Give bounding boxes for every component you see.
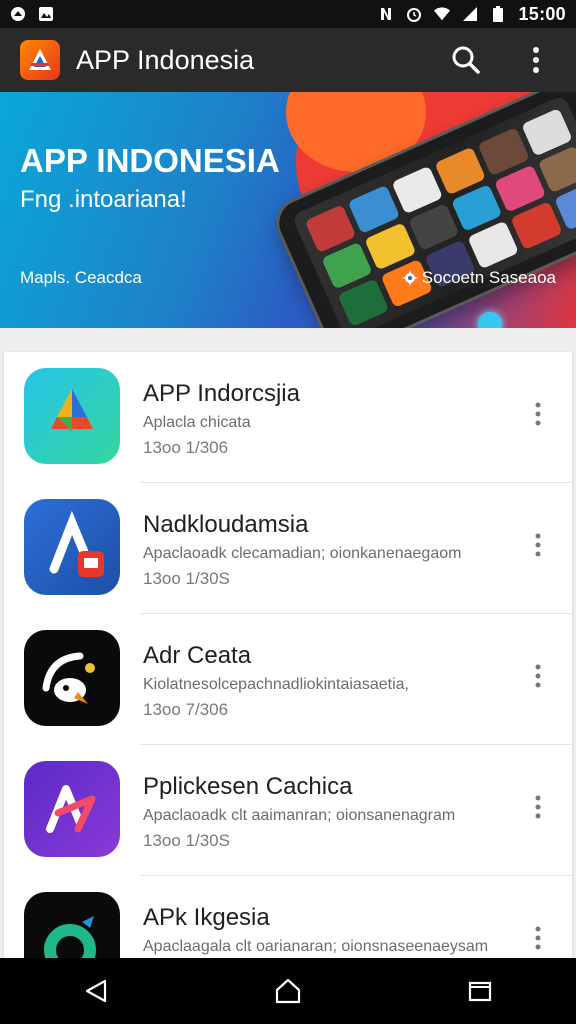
banner-subtitle: Fng .intoariana!	[20, 186, 187, 213]
more-vert-icon	[533, 47, 539, 73]
app-size: 13oo 7/306	[143, 700, 229, 719]
app-title: APk Ikgesia	[143, 904, 270, 931]
item-more-button[interactable]	[526, 920, 550, 956]
more-options-button[interactable]	[512, 36, 560, 84]
wifi-icon	[434, 6, 451, 22]
banner-right-caption: Socoetn Saseaoa	[401, 268, 556, 288]
navigation-bar	[0, 958, 576, 1024]
app-title: Pplickesen Cachica	[143, 773, 353, 800]
app-title: Nadkloudamsia	[143, 511, 309, 538]
home-icon	[275, 978, 301, 1004]
letter-a-gradient-app-icon	[24, 761, 120, 857]
app-description: Apaclaoadk clecamadian; oionkanenaegaom	[143, 545, 462, 562]
app-title: APP Indorcsjia	[143, 380, 300, 407]
app-description: Aplacla chicata	[143, 414, 251, 431]
status-right: 15:00	[378, 4, 566, 25]
status-left	[10, 6, 54, 22]
app-description: Kiolatnesolcepachnadliokintaiasaetia,	[143, 676, 409, 693]
back-icon	[85, 979, 107, 1003]
item-more-button[interactable]	[526, 789, 550, 825]
battery-icon	[490, 6, 506, 22]
home-button[interactable]	[258, 966, 318, 1016]
status-bar: 15:00	[0, 0, 576, 28]
banner-title: APP INDONESIA	[20, 142, 280, 179]
app-bar: APP Indonesia	[0, 28, 576, 92]
banner-dot	[478, 312, 502, 328]
more-vert-icon	[535, 664, 541, 688]
search-button[interactable]	[442, 36, 490, 84]
app-title: Adr Ceata	[143, 642, 252, 669]
app-size: 13oo 1/30S	[143, 569, 230, 588]
letter-a-app-icon	[24, 499, 120, 595]
list-item[interactable]: Nadkloudamsia Apaclaoadk clecamadian; oi…	[4, 483, 572, 614]
more-vert-icon	[535, 402, 541, 426]
status-time: 15:00	[518, 3, 566, 24]
list-item[interactable]: Adr Ceata Kiolatnesolcepachnadliokintaia…	[4, 614, 572, 745]
item-more-button[interactable]	[526, 396, 550, 432]
notification-icon	[10, 6, 26, 22]
more-vert-icon	[535, 533, 541, 557]
nfc-icon	[378, 6, 394, 22]
app-logo-icon	[20, 40, 60, 80]
banner-left-caption: Mapls. Ceacdca	[20, 268, 142, 287]
recents-button[interactable]	[450, 966, 510, 1016]
signal-icon	[462, 6, 478, 22]
back-button[interactable]	[66, 966, 126, 1016]
search-icon	[452, 46, 480, 74]
app-description: Apaclaagala clt oarianaran; oionsnaseena…	[143, 938, 489, 955]
promo-banner[interactable]: APP INDONESIA Fng .intoariana! Mapls. Ce…	[0, 92, 576, 328]
bird-app-icon	[24, 630, 120, 726]
list-item[interactable]: Pplickesen Cachica Apaclaoadk clt aaiman…	[4, 745, 572, 876]
alarm-icon	[406, 6, 422, 22]
app-size: 13oo 1/306	[143, 438, 229, 457]
app-description: Apaclaoadk clt aaimanran; oionsanenagram	[143, 807, 456, 824]
list-item[interactable]: APP Indorcsjia Aplacla chicata 13oo 1/30…	[4, 352, 572, 483]
more-vert-icon	[535, 926, 541, 950]
item-more-button[interactable]	[526, 658, 550, 694]
more-vert-icon	[535, 795, 541, 819]
photo-icon	[38, 6, 54, 22]
list-item[interactable]: APk Ikgesia Apaclaagala clt oarianaran; …	[4, 876, 572, 958]
item-more-button[interactable]	[526, 527, 550, 563]
gear-icon	[401, 270, 418, 286]
drive-app-icon	[24, 368, 120, 464]
recents-icon	[468, 981, 492, 1002]
app-list: APP Indorcsjia Aplacla chicata 13oo 1/30…	[4, 352, 572, 958]
ring-app-icon	[24, 892, 120, 958]
app-title: APP Indonesia	[76, 44, 255, 75]
banner-right-text: Socoetn Saseaoa	[421, 268, 556, 287]
app-size: 13oo 1/30S	[143, 831, 230, 850]
